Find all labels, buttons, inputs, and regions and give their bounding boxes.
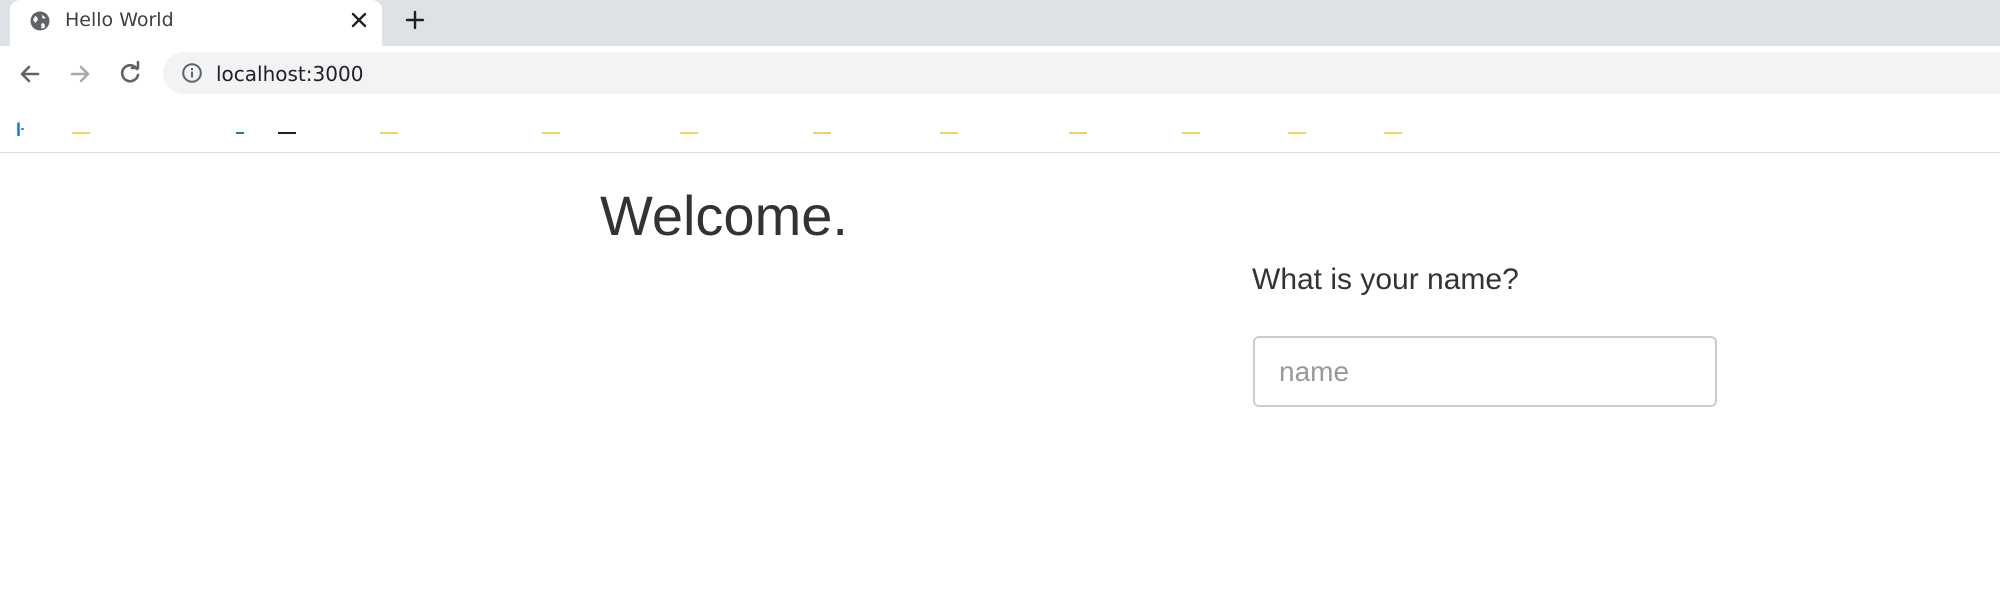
name-question-label: What is your name? [1252,263,1519,296]
bookmark-fragment [1384,132,1402,134]
tab-strip: Hello World [0,0,2000,46]
bookmark-fragment [72,132,90,134]
bookmark-fragment [1182,132,1200,134]
page-content: Welcome. What is your name? [0,153,2000,609]
bookmark-fragment [278,132,296,134]
name-input[interactable] [1253,336,1717,407]
bookmark-fragment [680,132,698,134]
bookmark-fragment [236,132,244,134]
reload-icon[interactable] [116,60,144,88]
bookmarks-bar: ŀ [0,102,2000,153]
bookmark-fragment: ŀ [16,120,25,140]
address-bar[interactable]: localhost:3000 [163,52,2000,94]
globe-icon [29,10,51,32]
forward-arrow-icon[interactable] [66,60,94,88]
url-text: localhost:3000 [216,62,364,86]
back-arrow-icon[interactable] [16,60,44,88]
bookmark-fragment [813,132,831,134]
tab-title: Hello World [65,9,174,31]
bookmark-fragment [1288,132,1306,134]
close-icon[interactable] [348,9,370,31]
bookmark-fragment [940,132,958,134]
page-title: Welcome. [600,184,848,247]
new-tab-plus-icon[interactable] [404,9,426,31]
bookmark-fragment [1069,132,1087,134]
info-icon[interactable] [181,62,203,84]
browser-toolbar: localhost:3000 [0,46,2000,102]
bookmark-fragment [542,132,560,134]
browser-tab[interactable]: Hello World [10,0,382,46]
bookmark-fragment [380,132,398,134]
